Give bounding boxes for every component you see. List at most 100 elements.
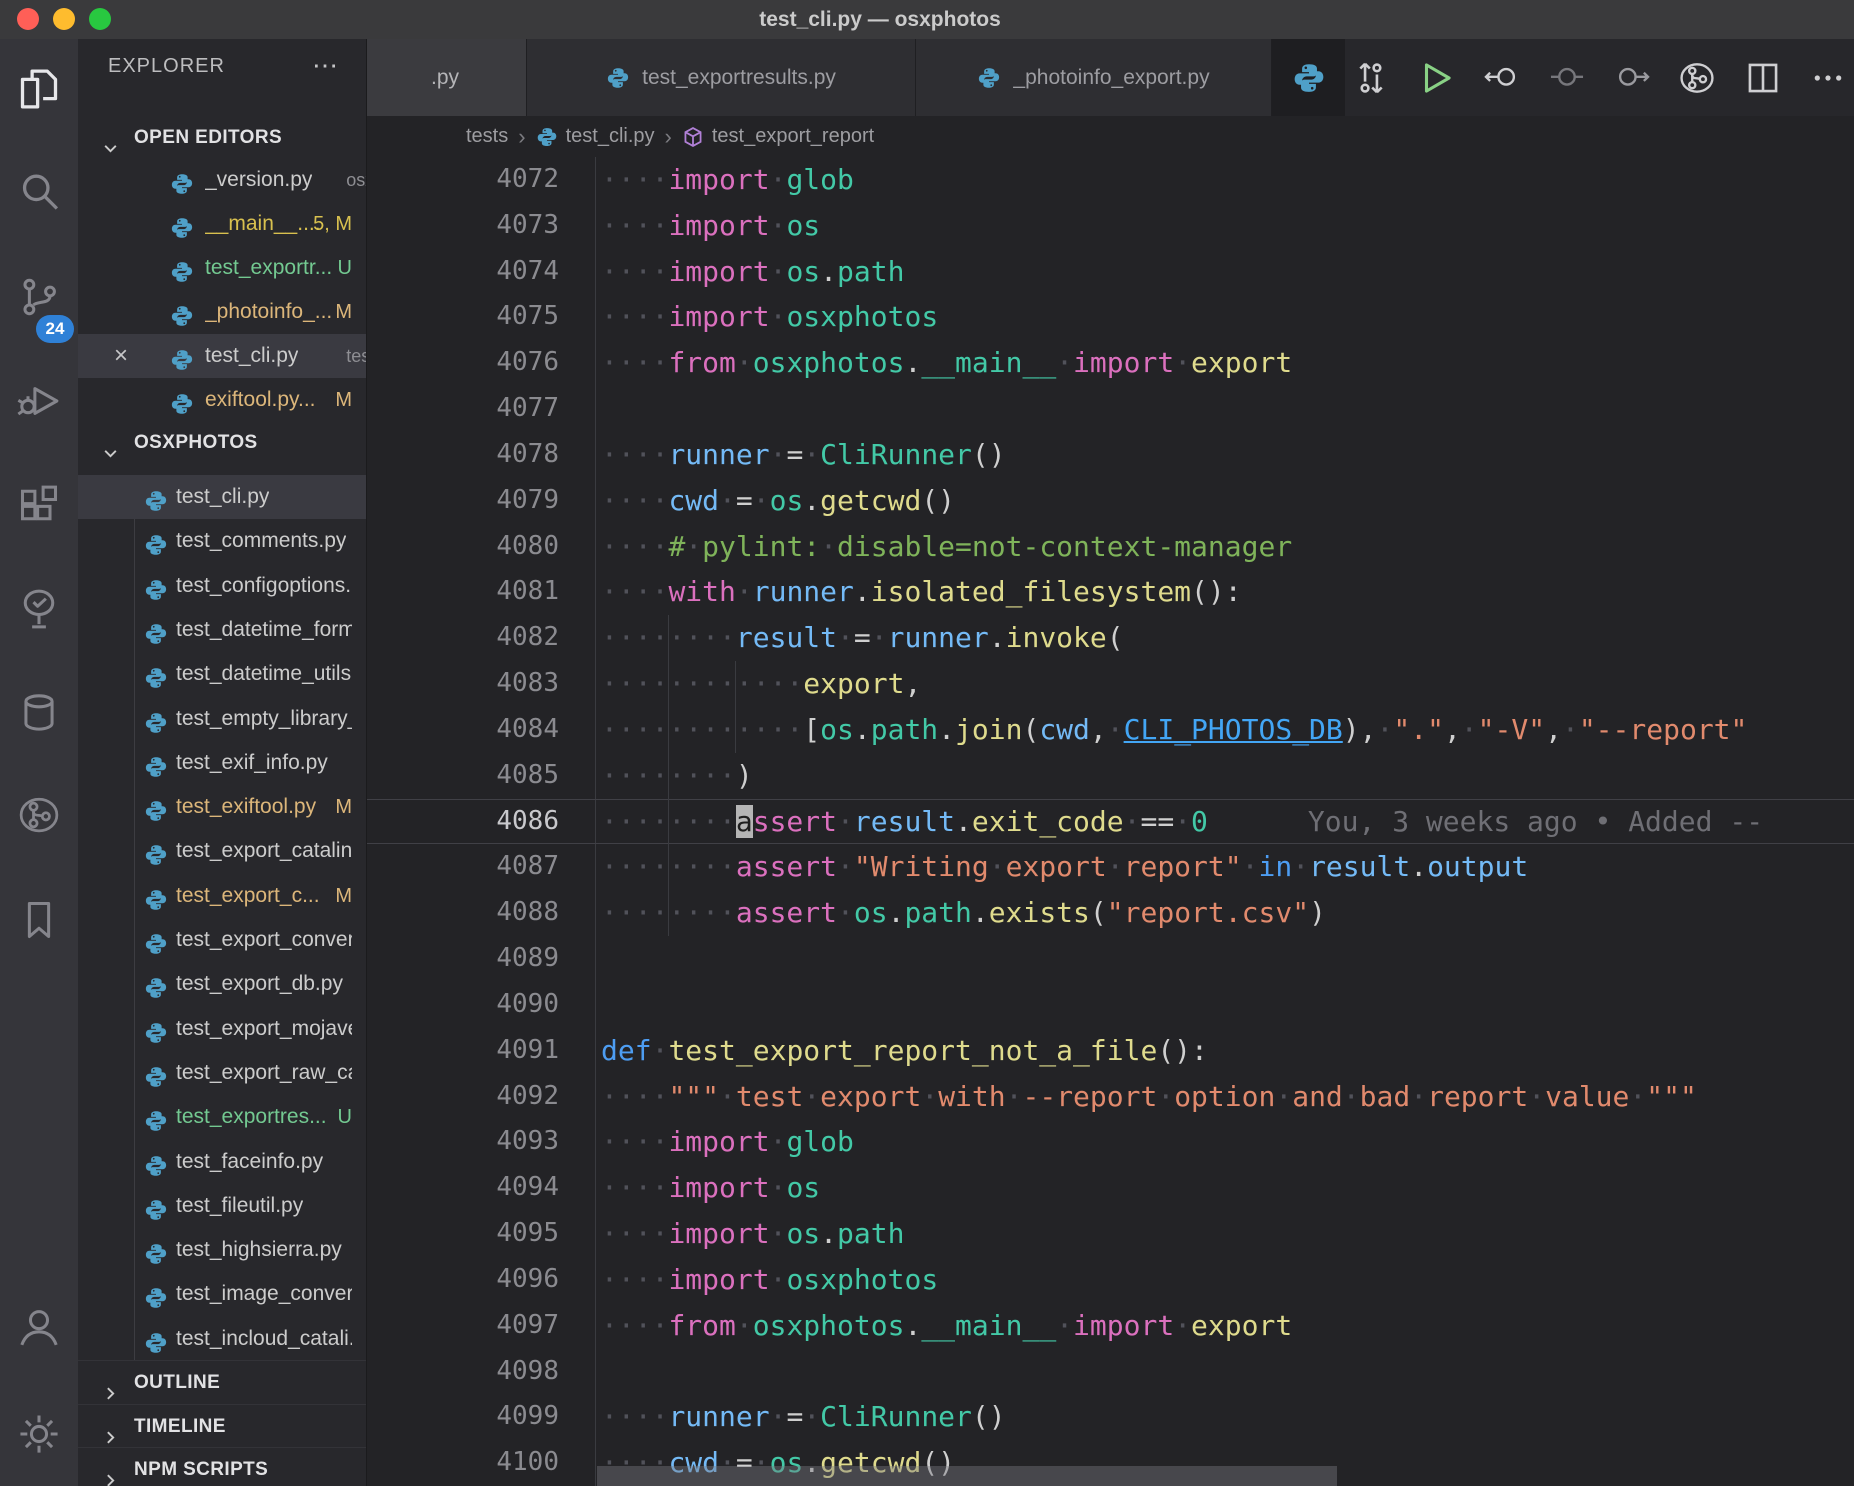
navigate-forward-button[interactable] [1613,59,1651,97]
navigate-back-button[interactable] [1483,59,1521,97]
split-editor-button[interactable] [1744,59,1782,97]
code-line[interactable]: 4074····import·os.path [367,249,1854,295]
git-graph-view-button[interactable] [1678,59,1716,97]
open-editor-item[interactable]: test_exportr...U [78,246,366,290]
code-line[interactable]: 4078····runner·=·CliRunner() [367,432,1854,478]
code-editor[interactable]: 4072····import·glob4073····import·os4074… [367,157,1854,1486]
git-status-badge: M [335,290,352,334]
section-npm-scripts[interactable]: NPM SCRIPTS [78,1447,366,1486]
tree-item[interactable]: test_exiftool.pyM [78,785,366,829]
tree-item[interactable]: test_export_raw_ca... [78,1051,366,1095]
open-editor-item[interactable]: exiftool.py...M [78,378,366,422]
tree-item[interactable]: test_exif_info.py [78,741,366,785]
minimize-window-button[interactable] [53,8,75,30]
code-line[interactable]: 4090 [367,982,1854,1028]
activity-search-icon[interactable] [17,170,61,214]
tree-item[interactable]: test_faceinfo.py [78,1140,366,1184]
code-line[interactable]: 4096····import·osxphotos [367,1257,1854,1303]
code-line[interactable]: 4079····cwd·=·os.getcwd() [367,478,1854,524]
open-editors-header[interactable]: OPEN EDITORS [78,116,366,160]
code-line[interactable]: 4080····#·pylint:·disable=not-context-ma… [367,524,1854,570]
sidebar-more-actions[interactable]: ⋯ [312,45,338,87]
code-line[interactable]: 4098 [367,1349,1854,1395]
open-editor-item[interactable]: __main__....5, M [78,202,366,246]
section-timeline[interactable]: TIMELINE [78,1404,366,1448]
open-editor-item[interactable]: _version.pyosxp... [78,158,366,202]
tree-item[interactable]: test_export_conver... [78,918,366,962]
git-blame-annotation: You, 3 weeks ago • Added -- [1308,805,1763,838]
more-actions-button[interactable] [1809,59,1847,97]
tree-item[interactable]: test_incloud_catali... [78,1317,366,1361]
close-window-button[interactable] [17,8,39,30]
open-editor-item[interactable]: _photoinfo_...M [78,290,366,334]
tab-bar: .pytest_exportresults.py_photoinfo_expor… [367,39,1854,116]
code-line[interactable]: 4076····from·osxphotos.__main__·import·e… [367,340,1854,386]
code-line[interactable]: 4087········assert·"Writing·export·repor… [367,844,1854,890]
activity-run-debug-icon[interactable] [17,379,61,423]
code-line[interactable]: 4099····runner·=·CliRunner() [367,1394,1854,1440]
code-line[interactable]: 4086········assert·result.exit_code·==·0… [367,799,1854,845]
line-number: 4086 [367,800,595,844]
code-line[interactable]: 4097····from·osxphotos.__main__·import·e… [367,1303,1854,1349]
activity-test-explorer-icon[interactable] [17,587,61,631]
tab-test-exportresults-py[interactable]: test_exportresults.py [527,39,916,116]
section-outline[interactable]: OUTLINE [78,1360,366,1404]
open-changes-button[interactable] [1352,59,1390,97]
activity-account-icon[interactable] [17,1305,61,1349]
code-line[interactable]: 4073····import·os [367,203,1854,249]
code-line[interactable]: 4075····import·osxphotos [367,294,1854,340]
tree-item[interactable]: test_export_mojave... [78,1007,366,1051]
code-line[interactable]: 4091def·test_export_report_not_a_file(): [367,1028,1854,1074]
code-line[interactable]: 4083············export, [367,661,1854,707]
code-line[interactable]: 4084············[os.path.join(cwd,·CLI_P… [367,707,1854,753]
code-line[interactable]: 4077 [367,386,1854,432]
code-line[interactable]: 4092····"""·test·export·with·--report·op… [367,1074,1854,1120]
code-line[interactable]: 4081····with·runner.isolated_filesystem(… [367,569,1854,615]
code-line[interactable]: 4094····import·os [367,1165,1854,1211]
open-editor-item[interactable]: ×test_cli.pytests [78,334,366,378]
breadcrumb-item[interactable]: tests [466,125,508,148]
tab--py[interactable]: .py [367,39,527,116]
python-icon [144,1238,168,1262]
tree-item[interactable]: test_comments.py [78,519,366,563]
code-line[interactable]: 4088········assert·os.path.exists("repor… [367,890,1854,936]
tree-item[interactable]: test_export_db.py [78,962,366,1006]
tree-item[interactable]: test_highsierra.py [78,1228,366,1272]
code-line[interactable]: 4082········result·=·runner.invoke( [367,615,1854,661]
code-line[interactable]: 4095····import·os.path [367,1211,1854,1257]
breadcrumb-item[interactable]: test_cli.py [536,125,655,148]
activity-git-graph-icon[interactable] [17,793,61,837]
code-line[interactable]: 4085········) [367,753,1854,799]
python-language-indicator[interactable] [1272,39,1345,116]
navigate-position-button[interactable] [1548,59,1586,97]
tree-item[interactable]: test_export_c...M [78,874,366,918]
code-line[interactable]: 4072····import·glob [367,157,1854,203]
activity-bookmarks-icon[interactable] [17,898,61,942]
code-line[interactable]: 4093····import·glob [367,1119,1854,1165]
tree-item[interactable]: test_configoptions.... [78,564,366,608]
tree-item[interactable]: test_empty_library_... [78,697,366,741]
horizontal-scrollbar[interactable] [597,1466,1337,1486]
file-name: test_datetime_utils.... [176,652,352,696]
section-label: OSXPHOTOS [134,421,258,465]
tree-item[interactable]: test_datetime_form... [78,608,366,652]
tree-item[interactable]: test_exportres...U [78,1095,366,1139]
line-number: 4099 [367,1394,595,1440]
activity-settings-gear-icon[interactable] [17,1412,61,1456]
project-section-header[interactable]: OSXPHOTOS [78,421,366,465]
activity-source-control-icon[interactable] [17,275,61,319]
tree-item[interactable]: test_fileutil.py [78,1184,366,1228]
code-line[interactable]: 4089 [367,936,1854,982]
tab--photoinfo-export-py[interactable]: _photoinfo_export.py [916,39,1272,116]
tree-item[interactable]: test_image_convert... [78,1272,366,1316]
close-icon[interactable]: × [114,334,128,378]
tree-item[interactable]: test_datetime_utils.... [78,652,366,696]
activity-explorer-icon[interactable] [17,67,61,111]
tree-item[interactable]: test_export_catalin... [78,829,366,873]
activity-database-icon[interactable] [17,691,61,735]
breadcrumb-item[interactable]: test_export_report [682,125,874,148]
tree-item[interactable]: test_cli.py [78,475,366,519]
run-python-file-button[interactable] [1417,59,1455,97]
zoom-window-button[interactable] [89,8,111,30]
activity-extensions-icon[interactable] [17,483,61,527]
